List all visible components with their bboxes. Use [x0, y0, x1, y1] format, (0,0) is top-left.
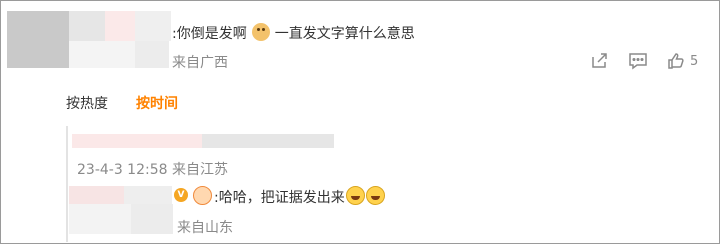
reply-button[interactable] [628, 50, 648, 72]
like-button[interactable]: 5 [666, 50, 698, 72]
username-mosaic [69, 41, 135, 68]
comment-location: 来自广西 [172, 55, 228, 71]
member-crown-icon [193, 186, 212, 205]
laughing-tears-emoji-icon [365, 186, 385, 205]
reply-text: :哈哈，把证据发出来 [214, 186, 385, 208]
tab-sort-by-time[interactable]: 按时间 [136, 93, 178, 113]
username-mosaic [135, 41, 169, 68]
share-icon [592, 53, 607, 68]
laughing-tears-emoji-icon [345, 186, 365, 205]
reply-avatar-mosaic [69, 186, 124, 204]
username-mosaic [135, 11, 171, 41]
reply-avatar-mosaic [69, 204, 131, 234]
comment-text-part2: 一直发文字算什么意思 [274, 26, 415, 42]
username-mosaic [105, 11, 135, 41]
reply-avatar-mosaic [131, 204, 173, 234]
doge-emoji-icon [251, 23, 270, 41]
reply-meta: 23-4-3 12:58 来自江苏 [77, 162, 228, 178]
reply-avatar-mosaic [124, 186, 172, 204]
comment-text-part1: :你倒是发啊 [172, 26, 247, 42]
avatar[interactable] [7, 11, 69, 68]
tab-sort-by-hot[interactable]: 按热度 [66, 93, 108, 113]
thumbs-up-icon [668, 53, 684, 69]
like-count: 5 [690, 53, 699, 69]
reply-location: 来自山东 [177, 220, 233, 236]
verified-badge-icon: V [174, 188, 188, 202]
comment-icon [629, 53, 647, 70]
reply-mosaic [72, 134, 202, 148]
username-mosaic [69, 11, 105, 41]
comment-text: :你倒是发啊 一直发文字算什么意思 [172, 23, 415, 44]
share-button[interactable] [589, 50, 609, 72]
reply-mosaic [202, 134, 334, 148]
reply-text-content: :哈哈，把证据发出来 [214, 190, 345, 206]
